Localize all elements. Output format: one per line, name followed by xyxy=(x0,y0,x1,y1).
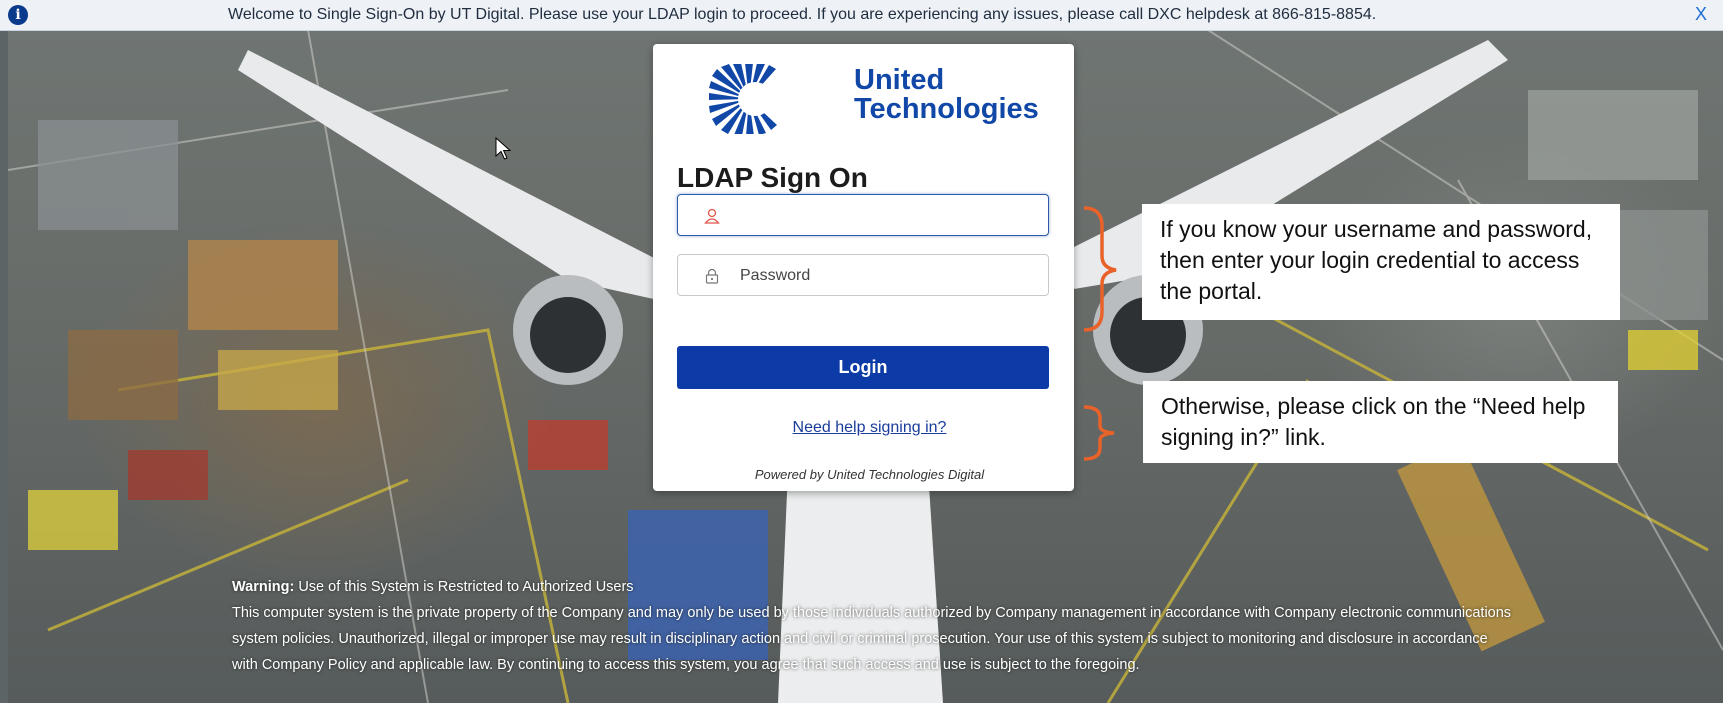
user-icon xyxy=(704,208,720,224)
close-icon[interactable]: X xyxy=(1695,4,1707,25)
sunburst-logo-icon xyxy=(709,64,777,134)
credentials-brace-icon xyxy=(1083,206,1117,332)
help-callout: Otherwise, please click on the “Need hel… xyxy=(1143,381,1618,463)
password-input[interactable] xyxy=(738,255,1042,297)
username-field[interactable] xyxy=(677,194,1049,237)
login-button[interactable]: Login xyxy=(677,346,1049,389)
credentials-callout: If you know your username and password, … xyxy=(1142,204,1620,320)
username-input[interactable] xyxy=(738,195,1042,237)
warning-notice: Warning: Use of this System is Restricte… xyxy=(232,574,1512,678)
announcement-banner: i Welcome to Single Sign-On by UT Digita… xyxy=(0,0,1723,31)
logo-line-1: United xyxy=(854,64,945,96)
info-icon: i xyxy=(8,5,28,25)
login-card: United Technologies LDAP Sign On Login N… xyxy=(653,44,1074,491)
help-brace-icon xyxy=(1083,405,1115,461)
password-field[interactable] xyxy=(677,254,1049,297)
lock-icon xyxy=(705,268,719,284)
warning-title-text: Use of this System is Restricted to Auth… xyxy=(294,579,634,595)
warning-body: This computer system is the private prop… xyxy=(232,605,1512,673)
powered-by-text: Powered by United Technologies Digital xyxy=(754,467,985,482)
logo-wordmark: United Technologies xyxy=(854,66,1039,124)
warning-label: Warning: xyxy=(232,579,295,595)
mouse-cursor-icon xyxy=(495,137,512,160)
united-technologies-logo: United Technologies xyxy=(709,64,1039,134)
warning-title: Warning: Use of this System is Restricte… xyxy=(232,574,1512,600)
page-title: LDAP Sign On xyxy=(677,162,868,193)
logo-line-2: Technologies xyxy=(854,93,1039,125)
need-help-link[interactable]: Need help signing in? xyxy=(653,419,1074,437)
banner-message: Welcome to Single Sign-On by UT Digital.… xyxy=(228,6,1377,23)
